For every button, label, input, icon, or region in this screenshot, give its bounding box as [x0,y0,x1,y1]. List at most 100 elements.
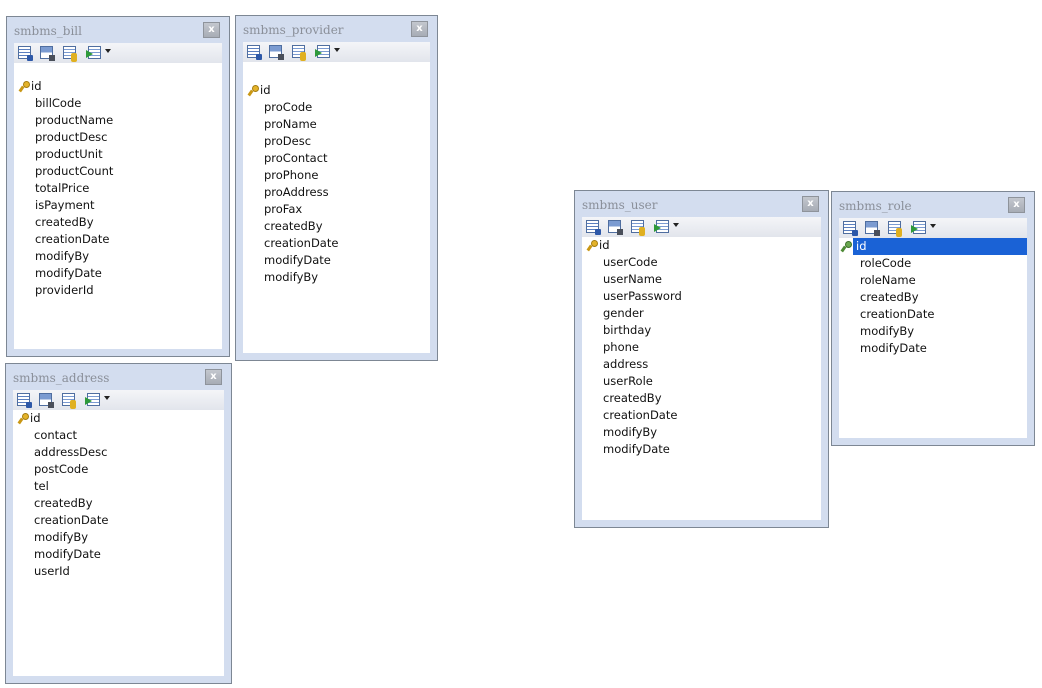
field-row-pro-code[interactable]: proCode [243,99,430,116]
close-button[interactable]: x [411,21,428,37]
field-row-created-by[interactable]: createdBy [14,214,222,231]
field-list[interactable]: id contact addressDesc postCode tel createdBy… [13,410,224,676]
title-bar[interactable]: smbms_address x [6,364,231,390]
table-window-smbms-address[interactable]: smbms_address x id contact addressDesc postCo… [5,363,232,684]
field-row-post-code[interactable]: postCode [13,461,224,478]
field-list[interactable]: id roleCode roleName createdBy creationDate m… [839,238,1027,438]
field-row-modify-date[interactable]: modifyDate [13,546,224,563]
save-icon[interactable] [40,46,55,61]
field-row-provider-id[interactable]: providerId [14,282,222,299]
field-row-modify-date[interactable]: modifyDate [582,441,821,458]
field-row-user-id[interactable]: userId [13,563,224,580]
field-row-address-desc[interactable]: addressDesc [13,444,224,461]
field-row-gender[interactable]: gender [582,305,821,322]
field-row-birthday[interactable]: birthday [582,322,821,339]
grid-edit-icon[interactable] [843,221,858,236]
close-button[interactable]: x [203,22,220,38]
field-row-bill-code[interactable]: billCode [14,95,222,112]
field-row-pro-phone[interactable]: proPhone [243,167,430,184]
dropdown-arrow-icon[interactable] [105,49,111,53]
field-row-pro-contact[interactable]: proContact [243,150,430,167]
save-icon[interactable] [608,220,623,235]
field-row-modify-date[interactable]: modifyDate [243,252,430,269]
primary-key-field[interactable]: id [243,82,430,99]
field-row-is-payment[interactable]: isPayment [14,197,222,214]
field-row-creation-date[interactable]: creationDate [582,407,821,424]
field-list[interactable]: id userCode userName userPassword gender birt… [582,237,821,520]
field-row-phone[interactable]: phone [582,339,821,356]
save-icon[interactable] [39,393,54,408]
close-button[interactable]: x [802,196,819,212]
field-row-creation-date[interactable]: creationDate [243,235,430,252]
save-icon[interactable] [865,221,880,236]
field-row-modify-by[interactable]: modifyBy [13,529,224,546]
table-window-smbms-user[interactable]: smbms_user x id userCode userName userPasswor… [574,190,829,528]
field-row-role-name[interactable]: roleName [839,272,1027,289]
field-row-creation-date[interactable]: creationDate [839,306,1027,323]
primary-key-field[interactable]: id [582,237,821,254]
field-row-user-password[interactable]: userPassword [582,288,821,305]
field-row-address[interactable]: address [582,356,821,373]
key-table-icon[interactable] [63,46,77,62]
field-row-product-unit[interactable]: productUnit [14,146,222,163]
field-row-pro-fax[interactable]: proFax [243,201,430,218]
field-row-product-name[interactable]: productName [14,112,222,129]
table-window-smbms-role[interactable]: smbms_role x id roleCode roleName createdBy cr… [831,191,1035,446]
field-row-user-role[interactable]: userRole [582,373,821,390]
primary-key-field[interactable]: id [13,410,224,427]
field-row-pro-name[interactable]: proName [243,116,430,133]
field-row-tel[interactable]: tel [13,478,224,495]
field-row-pro-desc[interactable]: proDesc [243,133,430,150]
grid-edit-icon[interactable] [17,393,32,408]
import-icon[interactable] [654,220,669,233]
title-bar[interactable]: smbms_role x [832,192,1034,218]
field-row-created-by[interactable]: createdBy [839,289,1027,306]
field-row-role-code[interactable]: roleCode [839,255,1027,272]
table-window-smbms-provider[interactable]: smbms_provider x id proCode proName proDesc pr… [235,15,438,361]
field-row-creation-date[interactable]: creationDate [13,512,224,529]
title-bar[interactable]: smbms_provider x [236,16,437,42]
primary-key-field[interactable]: id [14,78,222,95]
key-table-icon[interactable] [631,220,645,236]
save-icon[interactable] [269,45,284,60]
field-row-created-by[interactable]: createdBy [582,390,821,407]
grid-edit-icon[interactable] [586,220,601,235]
dropdown-arrow-icon[interactable] [104,396,110,400]
table-window-smbms-bill[interactable]: smbms_bill x id billCode productName productD… [6,16,230,357]
close-button[interactable]: x [1008,197,1025,213]
field-list[interactable]: id billCode productName productDesc productU… [14,63,222,349]
import-icon[interactable] [85,393,100,406]
field-row-modify-by[interactable]: modifyBy [14,248,222,265]
field-row-user-name[interactable]: userName [582,271,821,288]
field-row-product-count[interactable]: productCount [14,163,222,180]
close-button[interactable]: x [205,369,222,385]
field-row-modify-by[interactable]: modifyBy [839,323,1027,340]
field-row-creation-date[interactable]: creationDate [14,231,222,248]
field-row-product-desc[interactable]: productDesc [14,129,222,146]
key-table-icon[interactable] [888,221,902,237]
field-row-modify-date[interactable]: modifyDate [14,265,222,282]
field-row-pro-address[interactable]: proAddress [243,184,430,201]
field-row-modify-by[interactable]: modifyBy [243,269,430,286]
field-row-modify-by[interactable]: modifyBy [582,424,821,441]
grid-edit-icon[interactable] [247,45,262,60]
field-list[interactable]: id proCode proName proDesc proContact proPhon… [243,62,430,353]
key-table-icon[interactable] [62,393,76,409]
dropdown-arrow-icon[interactable] [930,224,936,228]
dropdown-arrow-icon[interactable] [334,48,340,52]
grid-edit-icon[interactable] [18,46,33,61]
import-icon[interactable] [911,221,926,234]
field-row-user-code[interactable]: userCode [582,254,821,271]
field-row-total-price[interactable]: totalPrice [14,180,222,197]
field-row-modify-date[interactable]: modifyDate [839,340,1027,357]
title-bar[interactable]: smbms_bill x [7,17,229,43]
import-icon[interactable] [315,45,330,58]
title-bar[interactable]: smbms_user x [575,191,828,217]
import-icon[interactable] [86,46,101,59]
field-row-contact[interactable]: contact [13,427,224,444]
field-row-created-by[interactable]: createdBy [243,218,430,235]
dropdown-arrow-icon[interactable] [673,223,679,227]
primary-key-field[interactable]: id [840,238,1027,255]
key-table-icon[interactable] [292,45,306,61]
field-row-created-by[interactable]: createdBy [13,495,224,512]
